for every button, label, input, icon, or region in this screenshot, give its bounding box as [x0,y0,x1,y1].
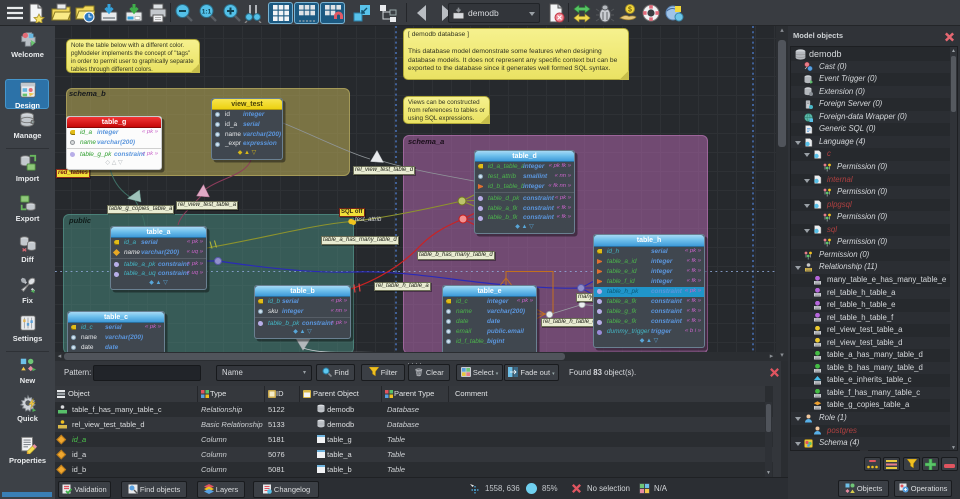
svg-text:1:1: 1:1 [202,9,212,16]
svg-text:$: $ [628,7,632,14]
